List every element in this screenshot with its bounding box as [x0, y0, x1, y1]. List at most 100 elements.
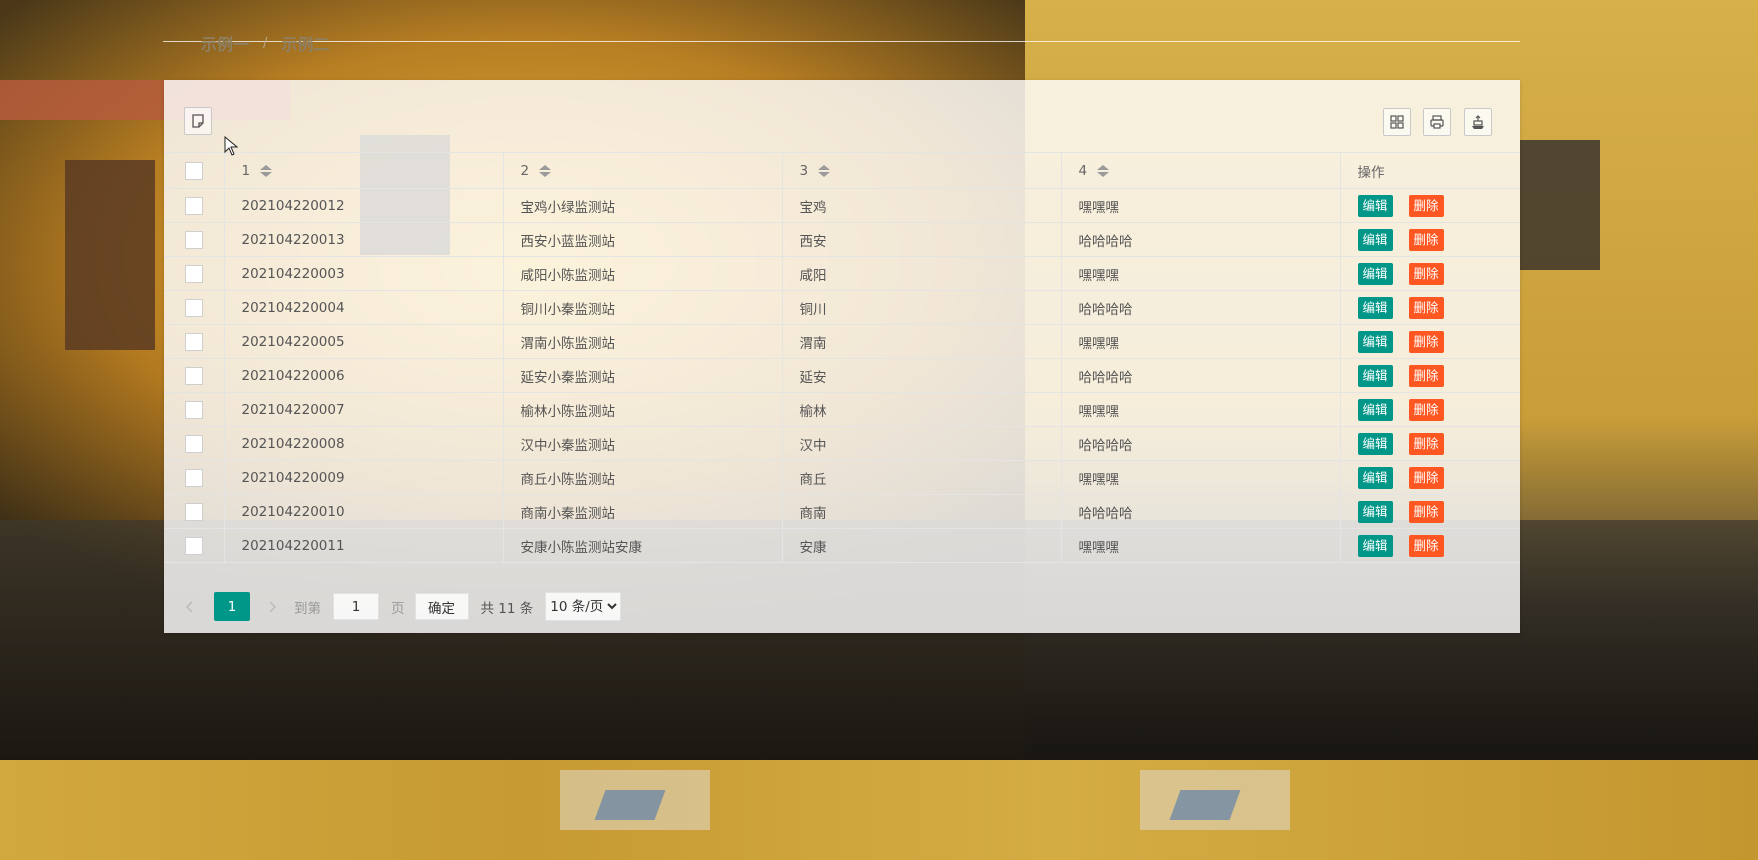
- edit-button[interactable]: 编辑: [1357, 296, 1393, 319]
- row-checkbox[interactable]: [184, 434, 203, 453]
- table-cell: 202104220013: [224, 222, 504, 257]
- edit-button[interactable]: 编辑: [1357, 330, 1393, 353]
- row-actions: 编辑 删除: [1340, 324, 1520, 359]
- table-cell: 嘿嘿嘿: [1061, 188, 1341, 223]
- sort-icon[interactable]: [818, 164, 831, 177]
- table-header-row: 1 2 3 4 操作: [164, 152, 1520, 189]
- sort-icon[interactable]: [1097, 164, 1110, 177]
- row-actions: 编辑 删除: [1340, 358, 1520, 393]
- table-row: 202104220004 铜川小秦监测站 铜川 哈哈哈哈 编辑 删除: [164, 290, 1520, 325]
- column-header-4[interactable]: 4: [1061, 152, 1341, 189]
- table-row: 202104220012 宝鸡小绿监测站 宝鸡 嘿嘿嘿 编辑 删除: [164, 188, 1520, 223]
- table-cell: 嘿嘿嘿: [1061, 528, 1341, 563]
- row-checkbox[interactable]: [184, 298, 203, 317]
- delete-button[interactable]: 删除: [1408, 262, 1444, 285]
- row-actions: 编辑 删除: [1340, 460, 1520, 495]
- sort-icon[interactable]: [539, 164, 552, 177]
- table-cell: 延安小秦监测站: [503, 358, 783, 393]
- select-all-checkbox[interactable]: [184, 161, 203, 180]
- edit-button[interactable]: 编辑: [1357, 262, 1393, 285]
- column-header-1[interactable]: 1: [224, 152, 504, 189]
- table-cell: 渭南小陈监测站: [503, 324, 783, 359]
- edit-button[interactable]: 编辑: [1357, 500, 1393, 523]
- print-icon[interactable]: [1423, 108, 1451, 136]
- table-cell: 哈哈哈哈: [1061, 494, 1341, 529]
- column-header-actions: 操作: [1340, 152, 1520, 189]
- table-cell: 202104220008: [224, 426, 504, 461]
- row-actions: 编辑 删除: [1340, 188, 1520, 223]
- delete-button[interactable]: 删除: [1408, 228, 1444, 251]
- row-checkbox[interactable]: [184, 230, 203, 249]
- delete-button[interactable]: 删除: [1408, 296, 1444, 319]
- breadcrumb-item-1[interactable]: 示例一: [201, 31, 249, 55]
- row-actions: 编辑 删除: [1340, 290, 1520, 325]
- row-checkbox-cell: [164, 324, 225, 359]
- row-checkbox[interactable]: [184, 264, 203, 283]
- table-row: 202104220005 渭南小陈监测站 渭南 嘿嘿嘿 编辑 删除: [164, 324, 1520, 359]
- delete-button[interactable]: 删除: [1408, 466, 1444, 489]
- table-row: 202104220007 榆林小陈监测站 榆林 嘿嘿嘿 编辑 删除: [164, 392, 1520, 427]
- table-cell: 哈哈哈哈: [1061, 222, 1341, 257]
- delete-button[interactable]: 删除: [1408, 194, 1444, 217]
- row-checkbox[interactable]: [184, 468, 203, 487]
- prev-page-icon[interactable]: [180, 597, 200, 617]
- export-icon[interactable]: [1464, 108, 1492, 136]
- delete-button[interactable]: 删除: [1408, 364, 1444, 387]
- row-checkbox-cell: [164, 426, 225, 461]
- column-header-2[interactable]: 2: [503, 152, 783, 189]
- row-checkbox[interactable]: [184, 536, 203, 555]
- next-page-icon[interactable]: [262, 597, 282, 617]
- edit-button[interactable]: 编辑: [1357, 364, 1393, 387]
- edit-button[interactable]: 编辑: [1357, 398, 1393, 421]
- row-checkbox[interactable]: [184, 196, 203, 215]
- table-cell: 202104220004: [224, 290, 504, 325]
- edit-button[interactable]: 编辑: [1357, 228, 1393, 251]
- row-actions: 编辑 删除: [1340, 392, 1520, 427]
- edit-button[interactable]: 编辑: [1357, 534, 1393, 557]
- table-cell: 铜川小秦监测站: [503, 290, 783, 325]
- table-toolbar: [164, 80, 1520, 152]
- breadcrumb-item-2[interactable]: 示例二: [281, 31, 329, 55]
- note-icon[interactable]: [184, 107, 212, 135]
- table-row: 202104220010 商南小秦监测站 商南 哈哈哈哈 编辑 删除: [164, 494, 1520, 529]
- sort-icon[interactable]: [260, 164, 273, 177]
- column-label: 2: [520, 162, 530, 179]
- table-cell: 宝鸡小绿监测站: [503, 188, 783, 223]
- edit-button[interactable]: 编辑: [1357, 194, 1393, 217]
- row-checkbox-cell: [164, 256, 225, 291]
- row-checkbox[interactable]: [184, 366, 203, 385]
- page-size-select[interactable]: 10 条/页: [545, 592, 622, 621]
- row-checkbox[interactable]: [184, 332, 203, 351]
- table-cell: 哈哈哈哈: [1061, 358, 1341, 393]
- row-actions: 编辑 删除: [1340, 494, 1520, 529]
- columns-icon[interactable]: [1383, 108, 1411, 136]
- delete-button[interactable]: 删除: [1408, 398, 1444, 421]
- table-cell: 202104220007: [224, 392, 504, 427]
- table-cell: 202104220005: [224, 324, 504, 359]
- row-actions: 编辑 删除: [1340, 426, 1520, 461]
- table-cell: 嘿嘿嘿: [1061, 324, 1341, 359]
- delete-button[interactable]: 删除: [1408, 500, 1444, 523]
- row-checkbox-cell: [164, 528, 225, 563]
- edit-button[interactable]: 编辑: [1357, 432, 1393, 455]
- edit-button[interactable]: 编辑: [1357, 466, 1393, 489]
- table-cell: 202104220009: [224, 460, 504, 495]
- delete-button[interactable]: 删除: [1408, 534, 1444, 557]
- current-page-button[interactable]: 1: [214, 592, 250, 621]
- row-actions: 编辑 删除: [1340, 528, 1520, 563]
- delete-button[interactable]: 删除: [1408, 432, 1444, 455]
- column-label: 4: [1078, 162, 1088, 179]
- delete-button[interactable]: 删除: [1408, 330, 1444, 353]
- page-number-input[interactable]: 1: [333, 593, 379, 620]
- row-checkbox-cell: [164, 460, 225, 495]
- table-cell: 汉中小秦监测站: [503, 426, 783, 461]
- column-label: 1: [241, 162, 251, 179]
- row-checkbox-cell: [164, 188, 225, 223]
- column-header-3[interactable]: 3: [782, 152, 1062, 189]
- row-checkbox[interactable]: [184, 400, 203, 419]
- row-checkbox[interactable]: [184, 502, 203, 521]
- table-cell: 榆林: [782, 392, 1062, 427]
- row-checkbox-cell: [164, 392, 225, 427]
- row-checkbox-cell: [164, 222, 225, 257]
- confirm-button[interactable]: 确定: [414, 593, 469, 620]
